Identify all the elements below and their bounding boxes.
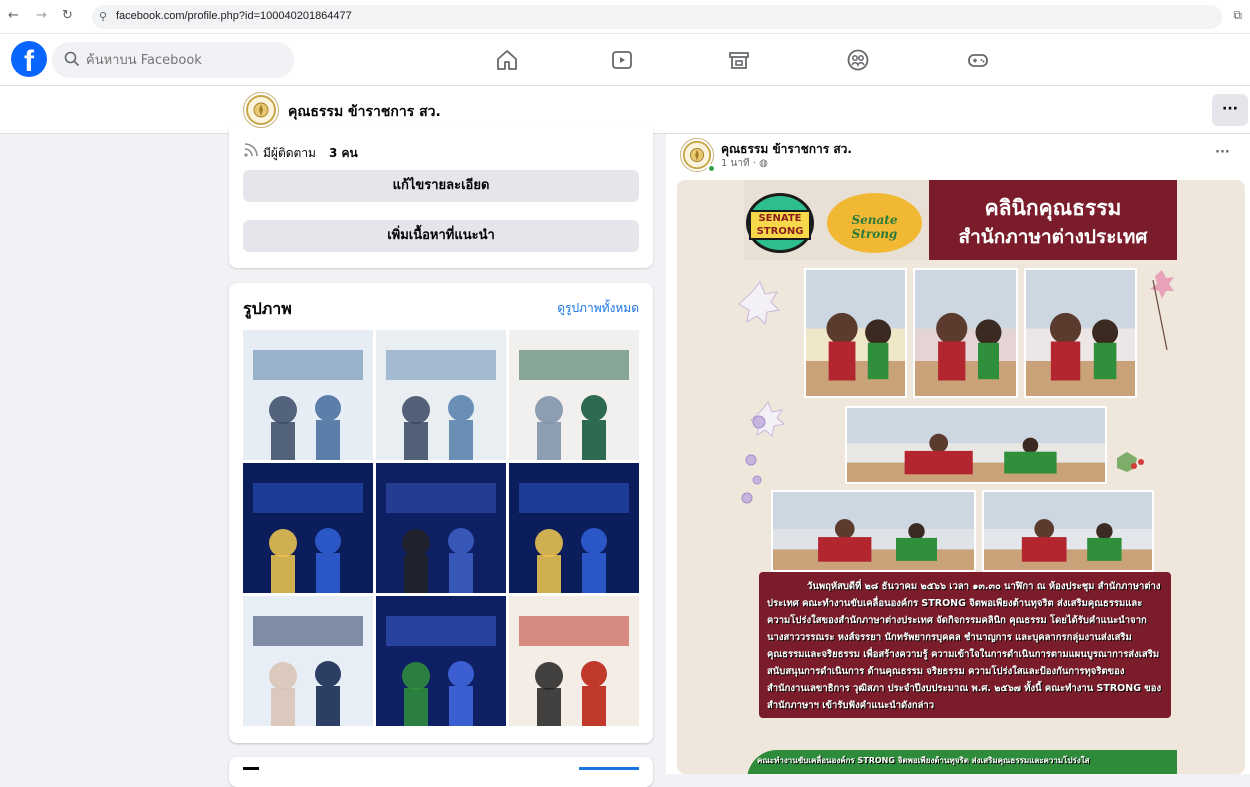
meeting-photo bbox=[1024, 268, 1137, 398]
see-all-photos-link[interactable]: ดูรูปภาพทั้งหมด bbox=[557, 299, 639, 318]
senate-strong-script-logo: Senate Strong bbox=[827, 193, 922, 253]
profile-name[interactable]: คุณธรรม ข้าราชการ สว. bbox=[288, 101, 441, 123]
friends-card bbox=[229, 757, 653, 787]
meeting-photo bbox=[771, 490, 976, 572]
facebook-header: f bbox=[0, 34, 1250, 86]
photo-thumbnail[interactable] bbox=[376, 463, 506, 593]
search-icon bbox=[64, 51, 80, 67]
online-status-dot bbox=[707, 164, 716, 173]
globe-icon: ◍ bbox=[759, 158, 768, 169]
meeting-photo bbox=[804, 268, 907, 398]
search-box[interactable] bbox=[52, 42, 294, 78]
reload-icon[interactable]: ↻ bbox=[62, 8, 73, 23]
post-image[interactable]: SENATE STRONG Senate Strong คลินิกคุณธรร… bbox=[677, 180, 1245, 774]
facebook-logo[interactable]: f bbox=[11, 41, 47, 77]
gaming-icon[interactable] bbox=[966, 48, 990, 72]
photos-card: รูปภาพ ดูรูปภาพทั้งหมด bbox=[229, 283, 653, 743]
poster-title-bg: คลินิกคุณธรรม สำนักภาษาต่างประเทศ bbox=[929, 180, 1177, 260]
back-icon[interactable]: ← bbox=[8, 8, 19, 23]
intro-card: มีผู้ติดตาม 3 คน แก้ไขรายละเอียด เพิ่มเน… bbox=[229, 128, 653, 268]
card-heading-peek bbox=[243, 767, 259, 770]
poster-footer: คณะทำงานขับเคลื่อนองค์กร STRONG จิตพอเพี… bbox=[747, 750, 1177, 774]
rss-icon bbox=[244, 143, 258, 157]
photo-thumbnail[interactable] bbox=[243, 463, 373, 593]
post-time-text: 1 นาที · bbox=[721, 158, 756, 169]
senate-strong-logo: SENATE STRONG bbox=[746, 193, 814, 253]
senate-strong-script-text: Senate Strong bbox=[851, 213, 898, 241]
poster-title-line2: สำนักภาษาต่างประเทศ bbox=[958, 226, 1148, 248]
photo-thumbnail[interactable] bbox=[243, 596, 373, 726]
photo-thumbnail[interactable] bbox=[509, 596, 639, 726]
poster-body-text: วันพฤหัสบดีที่ ๒๘ ธันวาคม ๒๕๖๖ เวลา ๑๓.๓… bbox=[767, 581, 1162, 711]
photo-thumbnail[interactable] bbox=[243, 330, 373, 460]
groups-icon[interactable] bbox=[846, 48, 870, 72]
followers-label: มีผู้ติดตาม bbox=[263, 146, 316, 160]
poster-footer-text: คณะทำงานขับเคลื่อนองค์กร STRONG จิตพอเพี… bbox=[757, 756, 1090, 765]
edit-details-button[interactable]: แก้ไขรายละเอียด bbox=[243, 170, 639, 202]
photos-title: รูปภาพ bbox=[243, 299, 292, 318]
profile-subheader: คุณธรรม ข้าราชการ สว. ··· bbox=[0, 86, 1250, 134]
browser-toolbar: ← → ↻ ⚲ facebook.com/profile.php?id=1000… bbox=[0, 0, 1250, 34]
poster-text-box: วันพฤหัสบดีที่ ๒๘ ธันวาคม ๒๕๖๖ เวลา ๑๓.๓… bbox=[759, 572, 1171, 718]
post-time[interactable]: 1 นาที · ◍ bbox=[721, 156, 768, 171]
meeting-photo bbox=[845, 406, 1107, 484]
video-icon[interactable] bbox=[610, 48, 634, 72]
home-icon[interactable] bbox=[495, 48, 519, 72]
meeting-photo bbox=[982, 490, 1154, 572]
followers-count[interactable]: 3 คน bbox=[329, 144, 358, 163]
photo-thumbnail[interactable] bbox=[376, 330, 506, 460]
address-bar[interactable]: ⚲ facebook.com/profile.php?id=1000402018… bbox=[92, 5, 1222, 29]
poster-title-line1: คลินิกคุณธรรม bbox=[984, 196, 1122, 220]
meeting-photo bbox=[913, 268, 1018, 398]
card-link-peek[interactable] bbox=[579, 767, 639, 770]
photo-thumbnail[interactable] bbox=[509, 330, 639, 460]
photo-thumbnail[interactable] bbox=[509, 463, 639, 593]
senate-strong-text: SENATE STRONG bbox=[749, 210, 811, 240]
marketplace-icon[interactable] bbox=[727, 48, 751, 72]
post-more-button[interactable]: ··· bbox=[1215, 145, 1230, 160]
extensions-icon[interactable]: ⧉ bbox=[1233, 8, 1242, 23]
search-input[interactable] bbox=[86, 42, 286, 78]
more-options-button[interactable]: ··· bbox=[1212, 94, 1248, 126]
photo-thumbnail[interactable] bbox=[376, 596, 506, 726]
seal-logo bbox=[246, 95, 276, 125]
forward-icon[interactable]: → bbox=[36, 8, 47, 23]
add-featured-button[interactable]: เพิ่มเนื้อหาที่แนะนำ bbox=[243, 220, 639, 252]
site-info-icon[interactable]: ⚲ bbox=[99, 10, 107, 23]
url-text: facebook.com/profile.php?id=100040201864… bbox=[116, 10, 352, 22]
avatar[interactable] bbox=[243, 92, 279, 128]
